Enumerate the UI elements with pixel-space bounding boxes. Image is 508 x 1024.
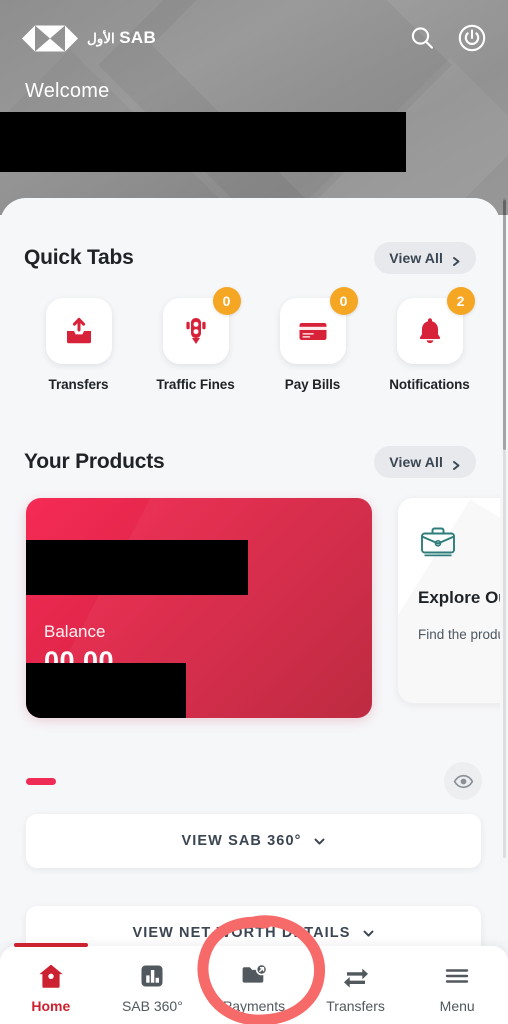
nav-label: Payments	[222, 997, 286, 1014]
quick-tab-notifications[interactable]: 2 Notifications	[371, 287, 488, 392]
app-root: الأول SAB Welcome Quick Tabs View All Tr…	[0, 0, 508, 1024]
your-products-view-all-button[interactable]: View All	[374, 446, 476, 478]
quick-tab-label: Transfers	[48, 377, 109, 392]
transfer-arrows-icon	[341, 961, 371, 991]
view-sab-360-label: VIEW SAB 360°	[181, 833, 302, 849]
outbox-upload-icon	[62, 314, 96, 348]
balance-redacted	[26, 663, 186, 718]
toggle-balance-visibility-button[interactable]	[444, 762, 482, 800]
quick-tab-pay-bills[interactable]: 0 Pay Bills	[254, 287, 371, 392]
quick-tab-badge: 2	[446, 287, 475, 315]
nav-label: Transfers	[326, 997, 385, 1014]
quick-tab-label: Notifications	[389, 377, 470, 392]
quick-tab-badge: 0	[329, 287, 358, 315]
chevron-down-icon	[313, 835, 326, 848]
sab-logo-text: الأول SAB	[87, 27, 157, 48]
quick-tab-icon-box[interactable]	[45, 298, 112, 364]
search-icon[interactable]	[408, 24, 436, 52]
nav-label: Menu	[439, 997, 475, 1014]
view-all-label: View All	[389, 250, 443, 266]
quick-tabs-title: Quick Tabs	[24, 246, 134, 269]
sab-logo: الأول SAB	[22, 23, 156, 54]
quick-tab-transfers[interactable]: Transfers	[20, 298, 137, 392]
sab-hexagon-logo-icon	[22, 23, 78, 54]
sab-logo-latin: SAB	[119, 27, 157, 47]
header-top-bar: الأول SAB	[0, 14, 508, 62]
nav-item-transfers[interactable]: Transfers	[305, 946, 407, 1024]
hamburger-menu-icon	[442, 961, 472, 991]
home-icon	[36, 961, 66, 991]
chevron-right-icon	[452, 254, 461, 266]
payments-folder-icon	[239, 961, 269, 991]
bell-icon	[413, 314, 447, 348]
quick-tabs-section-header: Quick Tabs View All	[0, 242, 500, 274]
active-tab-indicator	[13, 943, 88, 947]
nav-item-sab-360[interactable]: SAB 360°	[102, 946, 204, 1024]
chevron-right-icon	[452, 458, 461, 470]
nav-item-payments[interactable]: Payments	[203, 946, 305, 1024]
quick-tab-label: Traffic Fines	[156, 377, 235, 392]
view-all-label: View All	[389, 454, 443, 470]
welcome-greeting: Welcome	[25, 80, 110, 102]
quick-tab-badge: 0	[212, 287, 241, 315]
quick-tab-label: Pay Bills	[284, 377, 341, 392]
user-name-redacted	[0, 112, 406, 172]
nav-label: SAB 360°	[121, 997, 183, 1014]
account-name-redacted	[26, 540, 248, 595]
power-icon[interactable]	[458, 24, 486, 52]
carousel-dot-active[interactable]	[26, 777, 56, 785]
app-header: الأول SAB Welcome	[0, 0, 508, 215]
briefcase-icon	[418, 522, 458, 562]
explore-products-card[interactable]: Explore Ou Find the produ your needs	[398, 498, 500, 703]
bar-chart-icon	[137, 961, 167, 991]
bottom-navigation-bar: Home SAB 360° Payments Transfers Menu	[0, 943, 508, 1024]
quick-tabs-list: Transfers 0 Traffic Fines 0 Pay Bills 2 …	[0, 287, 500, 392]
explore-card-title: Explore Ou	[418, 588, 500, 607]
nav-label: Home	[31, 997, 71, 1014]
eye-icon	[453, 771, 474, 792]
account-card[interactable]: Balance 00.00	[26, 498, 372, 718]
explore-card-subtitle: Find the produ your needs	[418, 627, 500, 642]
quick-tabs-view-all-button[interactable]: View All	[374, 242, 476, 274]
quick-tab-icon-box[interactable]: 0	[279, 287, 358, 364]
your-products-section-header: Your Products View All	[0, 446, 500, 478]
view-net-worth-label: VIEW NET WORTH DETAILS	[132, 925, 351, 941]
your-products-title: Your Products	[24, 450, 165, 473]
view-sab-360-button[interactable]: VIEW SAB 360°	[26, 814, 481, 868]
traffic-light-icon	[179, 314, 213, 348]
content-sheet: Quick Tabs View All Transfers 0 Traffic …	[0, 198, 500, 1024]
product-cards-carousel[interactable]: Balance 00.00 Explore Ou Find the prod	[0, 498, 500, 722]
scrollbar-thumb[interactable]	[503, 200, 506, 450]
sab-logo-arabic: الأول	[87, 30, 115, 46]
carousel-controls	[0, 758, 500, 804]
chevron-down-icon	[362, 927, 375, 940]
nav-item-menu[interactable]: Menu	[406, 946, 508, 1024]
nav-item-home[interactable]: Home	[0, 943, 102, 1024]
quick-tab-traffic-fines[interactable]: 0 Traffic Fines	[137, 287, 254, 392]
quick-tab-icon-box[interactable]: 2	[396, 287, 475, 364]
quick-tab-icon-box[interactable]: 0	[162, 287, 241, 364]
credit-card-icon	[296, 314, 330, 348]
header-actions	[408, 24, 486, 52]
balance-label: Balance	[44, 622, 106, 641]
